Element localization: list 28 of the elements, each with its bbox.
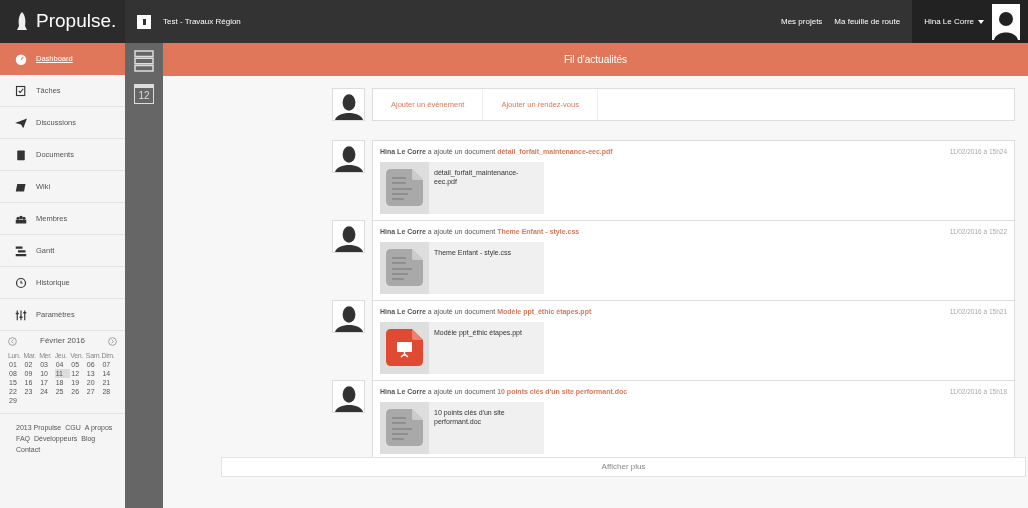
document-file-icon — [386, 409, 423, 446]
dashboard-gauge-icon — [15, 53, 27, 65]
document-file-icon — [386, 249, 423, 286]
user-menu[interactable]: Hina Le Corre — [924, 15, 984, 28]
nav-link[interactable]: Mes projets — [781, 15, 823, 28]
presentation-file-icon — [386, 329, 423, 366]
project-icon — [137, 14, 151, 29]
document-file-icon — [386, 169, 423, 206]
show-more-button[interactable]: Afficher plus — [221, 457, 1026, 477]
user-avatar-icon — [332, 88, 365, 121]
calendar-month: Février 2016 — [40, 335, 85, 347]
user-avatar-icon — [332, 300, 365, 333]
nav-link[interactable]: Ma feuille de route — [834, 15, 901, 28]
gantt-bars-icon — [15, 244, 27, 257]
project-title[interactable]: Test - Travaux Région — [163, 15, 241, 28]
clock-icon — [15, 276, 27, 289]
list-view-icon[interactable] — [134, 50, 154, 72]
page-title: Fil d'actualités — [563, 53, 627, 67]
paper-plane-icon — [15, 116, 27, 129]
user-avatar-icon[interactable] — [992, 3, 1020, 40]
checkbox-icon — [15, 84, 27, 97]
sliders-icon — [15, 308, 27, 321]
calendar-view-icon[interactable]: 12 — [134, 84, 154, 104]
caret-icon — [978, 19, 984, 24]
user-avatar-icon — [332, 140, 365, 173]
rocket-icon — [16, 11, 28, 32]
user-avatar-icon — [332, 220, 365, 253]
user-avatar-icon — [332, 380, 365, 413]
